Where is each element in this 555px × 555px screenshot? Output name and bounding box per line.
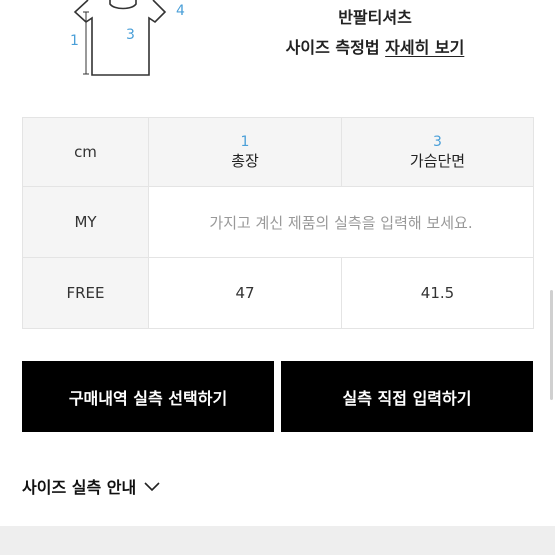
column-header-chest: 3 가슴단면 <box>341 117 534 187</box>
scrollbar[interactable] <box>550 290 553 400</box>
column-name: 가슴단면 <box>409 152 466 170</box>
my-size-placeholder: 가지고 계신 제품의 실측을 입력해 보세요. <box>209 213 473 232</box>
value-chest: 41.5 <box>341 257 534 329</box>
my-size-input-cell[interactable]: 가지고 계신 제품의 실측을 입력해 보세요. <box>148 186 534 258</box>
guide-prefix: 사이즈 측정법 <box>285 38 380 57</box>
value-length: 47 <box>148 257 342 329</box>
row-label-free: FREE <box>22 257 149 329</box>
column-number: 1 <box>240 134 250 150</box>
chevron-down-icon <box>144 477 160 496</box>
select-from-history-button[interactable]: 구매내역 실측 선택하기 <box>22 361 274 432</box>
unit-label: cm <box>74 143 97 161</box>
table-row-free: FREE 47 41.5 <box>22 257 534 329</box>
size-guide-toggle[interactable]: 사이즈 실측 안내 <box>22 474 160 498</box>
size-table: cm 1 총장 3 가슴단면 MY 가지고 계신 제품의 실측을 입력해 보세요… <box>22 117 534 329</box>
column-number: 3 <box>433 134 442 150</box>
row-label-my: MY <box>22 186 149 258</box>
column-name: 총장 <box>231 152 259 170</box>
diagram-label-length: 1 <box>70 33 79 49</box>
size-measure-guide: 사이즈 측정법 자세히 보기 <box>230 34 520 58</box>
product-type-title: 반팔티셔츠 <box>338 8 412 27</box>
column-header-length: 1 총장 <box>148 117 342 187</box>
direct-input-button[interactable]: 실측 직접 입력하기 <box>281 361 533 432</box>
guide-detail-link[interactable]: 자세히 보기 <box>385 38 464 57</box>
tshirt-diagram: 1 3 4 <box>62 0 192 80</box>
bottom-divider <box>0 526 555 555</box>
diagram-label-chest: 3 <box>126 27 135 43</box>
table-row-my: MY 가지고 계신 제품의 실측을 입력해 보세요. <box>22 186 534 258</box>
unit-cell: cm <box>22 117 149 187</box>
size-guide-label: 사이즈 실측 안내 <box>22 478 137 497</box>
diagram-label-sleeve: 4 <box>176 3 185 19</box>
table-header-row: cm 1 총장 3 가슴단면 <box>22 117 534 187</box>
